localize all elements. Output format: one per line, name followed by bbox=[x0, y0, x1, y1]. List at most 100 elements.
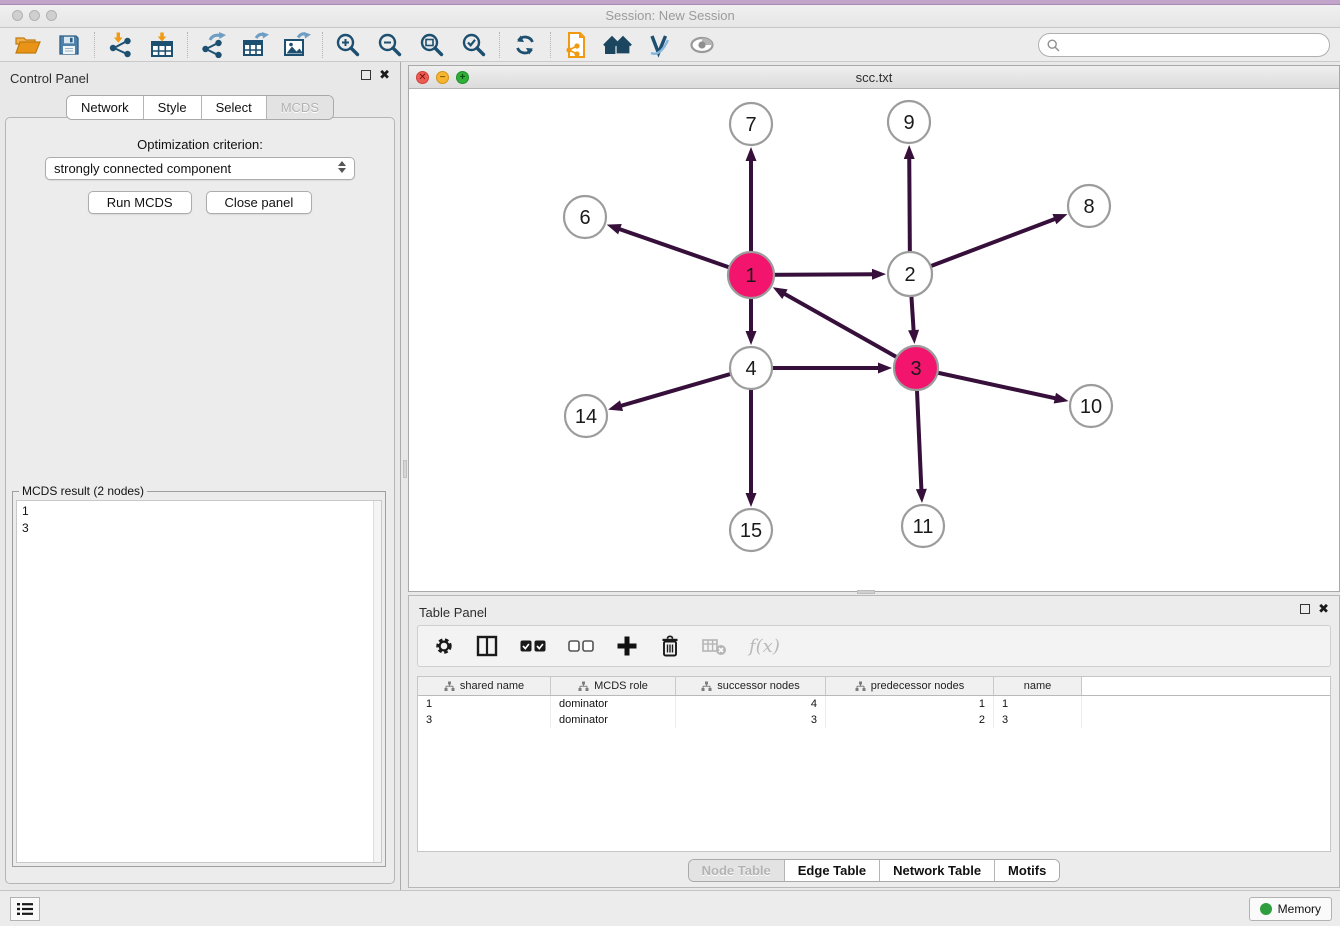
header-filler bbox=[1082, 677, 1330, 695]
toolbar-separator bbox=[550, 32, 551, 58]
tab-style[interactable]: Style bbox=[144, 96, 202, 119]
control-panel-title: Control Panel bbox=[10, 71, 89, 86]
network-window-titlebar[interactable]: ✕ − + scc.txt bbox=[409, 66, 1339, 89]
network-graph[interactable]: 1234678910111415 bbox=[409, 89, 1339, 591]
column-header-shared-name[interactable]: shared name bbox=[418, 677, 551, 695]
export-table-button[interactable] bbox=[234, 29, 276, 61]
graph-node-label: 3 bbox=[910, 358, 921, 380]
tab-motifs[interactable]: Motifs bbox=[995, 860, 1059, 881]
result-scrollbar[interactable] bbox=[373, 501, 381, 862]
graph-node-label: 15 bbox=[740, 520, 762, 542]
zoom-out-icon bbox=[377, 32, 403, 58]
select-all-icon[interactable] bbox=[520, 640, 546, 652]
close-panel-icon[interactable]: ✖ bbox=[379, 70, 390, 80]
tab-node-table[interactable]: Node Table bbox=[689, 860, 785, 881]
column-header-name[interactable]: name bbox=[994, 677, 1082, 695]
table-panel-tabs: Node Table Edge Table Network Table Moti… bbox=[409, 859, 1339, 882]
control-panel: Control Panel ✖ Network Style Select MCD… bbox=[0, 62, 400, 890]
delete-table-icon bbox=[702, 636, 727, 656]
save-session-button[interactable] bbox=[48, 29, 90, 61]
open-file-button[interactable] bbox=[6, 29, 48, 61]
tab-select[interactable]: Select bbox=[202, 96, 267, 119]
hide-panel-button[interactable] bbox=[681, 29, 723, 61]
cybrowser-home-button[interactable] bbox=[597, 29, 639, 61]
float-panel-icon[interactable] bbox=[361, 70, 371, 80]
status-bar: Memory bbox=[0, 890, 1340, 926]
memory-button[interactable]: Memory bbox=[1249, 897, 1332, 921]
search-box[interactable] bbox=[1038, 33, 1330, 57]
toolbar-separator bbox=[187, 32, 188, 58]
vizmapper-button[interactable] bbox=[639, 29, 681, 61]
mcds-result-list[interactable]: 1 3 bbox=[16, 500, 382, 863]
float-table-panel-icon[interactable] bbox=[1300, 604, 1310, 614]
tab-edge-table[interactable]: Edge Table bbox=[785, 860, 880, 881]
edge-arrowhead-icon bbox=[908, 330, 919, 344]
tab-network-table[interactable]: Network Table bbox=[880, 860, 995, 881]
edge-arrowhead-icon bbox=[746, 331, 757, 345]
task-history-button[interactable] bbox=[10, 897, 40, 921]
splitter-handle-icon[interactable] bbox=[403, 460, 407, 478]
close-table-panel-icon[interactable]: ✖ bbox=[1318, 604, 1329, 614]
zoom-fit-icon bbox=[419, 32, 445, 58]
table-row[interactable]: 1 dominator 4 1 1 bbox=[418, 696, 1330, 712]
window-title: Session: New Session bbox=[0, 8, 1340, 23]
edge-arrowhead-icon bbox=[746, 147, 757, 161]
window-titlebar: Session: New Session bbox=[0, 0, 1340, 28]
control-panel-tabs: Network Style Select MCDS bbox=[0, 95, 400, 120]
table-row[interactable]: 3 dominator 3 2 3 bbox=[418, 712, 1330, 728]
shared-column-icon bbox=[578, 681, 589, 692]
add-column-icon[interactable] bbox=[616, 635, 638, 657]
memory-status-icon bbox=[1260, 903, 1272, 915]
memory-label: Memory bbox=[1278, 902, 1321, 916]
tab-mcds[interactable]: MCDS bbox=[267, 96, 333, 119]
node-table: shared name MCDS role successor nodes pr… bbox=[417, 676, 1331, 852]
network-file-button[interactable] bbox=[555, 29, 597, 61]
import-network-button[interactable] bbox=[99, 29, 141, 61]
vizmapper-icon bbox=[647, 32, 673, 58]
export-network-button[interactable] bbox=[192, 29, 234, 61]
import-table-button[interactable] bbox=[141, 29, 183, 61]
tab-network[interactable]: Network bbox=[67, 96, 144, 119]
graph-node-label: 14 bbox=[575, 406, 597, 428]
export-image-icon bbox=[283, 32, 311, 58]
graph-node-label: 2 bbox=[904, 264, 915, 286]
mcds-result-title: MCDS result (2 nodes) bbox=[19, 484, 147, 498]
table-toolbar: f(x) bbox=[417, 625, 1331, 667]
zoom-fit-button[interactable] bbox=[411, 29, 453, 61]
graph-node-label: 4 bbox=[745, 358, 756, 380]
zoom-selected-button[interactable] bbox=[453, 29, 495, 61]
criterion-dropdown[interactable]: strongly connected component bbox=[45, 157, 355, 180]
column-header-predecessor-nodes[interactable]: predecessor nodes bbox=[826, 677, 994, 695]
refresh-button[interactable] bbox=[504, 29, 546, 61]
edge-arrowhead-icon bbox=[878, 363, 892, 374]
control-panel-header: Control Panel ✖ bbox=[0, 62, 400, 92]
graph-node-label: 10 bbox=[1080, 396, 1102, 418]
deselect-all-icon[interactable] bbox=[568, 640, 594, 652]
criterion-dropdown-value: strongly connected component bbox=[54, 161, 231, 176]
graph-node-label: 6 bbox=[579, 207, 590, 229]
shared-column-icon bbox=[701, 681, 712, 692]
edge-arrowhead-icon bbox=[746, 493, 757, 507]
network-splitter-handle-icon[interactable] bbox=[857, 590, 875, 594]
export-table-icon bbox=[242, 32, 269, 58]
zoom-out-button[interactable] bbox=[369, 29, 411, 61]
import-table-icon bbox=[149, 32, 175, 58]
export-image-button[interactable] bbox=[276, 29, 318, 61]
optimization-criterion-label: Optimization criterion: bbox=[0, 137, 400, 152]
graph-edge[interactable] bbox=[910, 218, 1057, 274]
close-panel-button[interactable]: Close panel bbox=[206, 191, 313, 214]
settings-gear-icon[interactable] bbox=[434, 636, 454, 656]
open-folder-icon bbox=[14, 33, 41, 57]
column-header-mcds-role[interactable]: MCDS role bbox=[551, 677, 676, 695]
column-header-successor-nodes[interactable]: successor nodes bbox=[676, 677, 826, 695]
run-mcds-button[interactable]: Run MCDS bbox=[88, 191, 192, 214]
zoom-in-button[interactable] bbox=[327, 29, 369, 61]
shared-column-icon bbox=[855, 681, 866, 692]
column-chooser-icon[interactable] bbox=[476, 635, 498, 657]
search-input[interactable] bbox=[1065, 38, 1321, 52]
edge-arrowhead-icon bbox=[916, 489, 927, 503]
panel-splitter[interactable] bbox=[400, 62, 408, 890]
network-view-window: ✕ − + scc.txt 1234678910111415 bbox=[408, 65, 1340, 592]
graph-node-label: 9 bbox=[903, 112, 914, 134]
delete-column-trash-icon[interactable] bbox=[660, 635, 680, 657]
